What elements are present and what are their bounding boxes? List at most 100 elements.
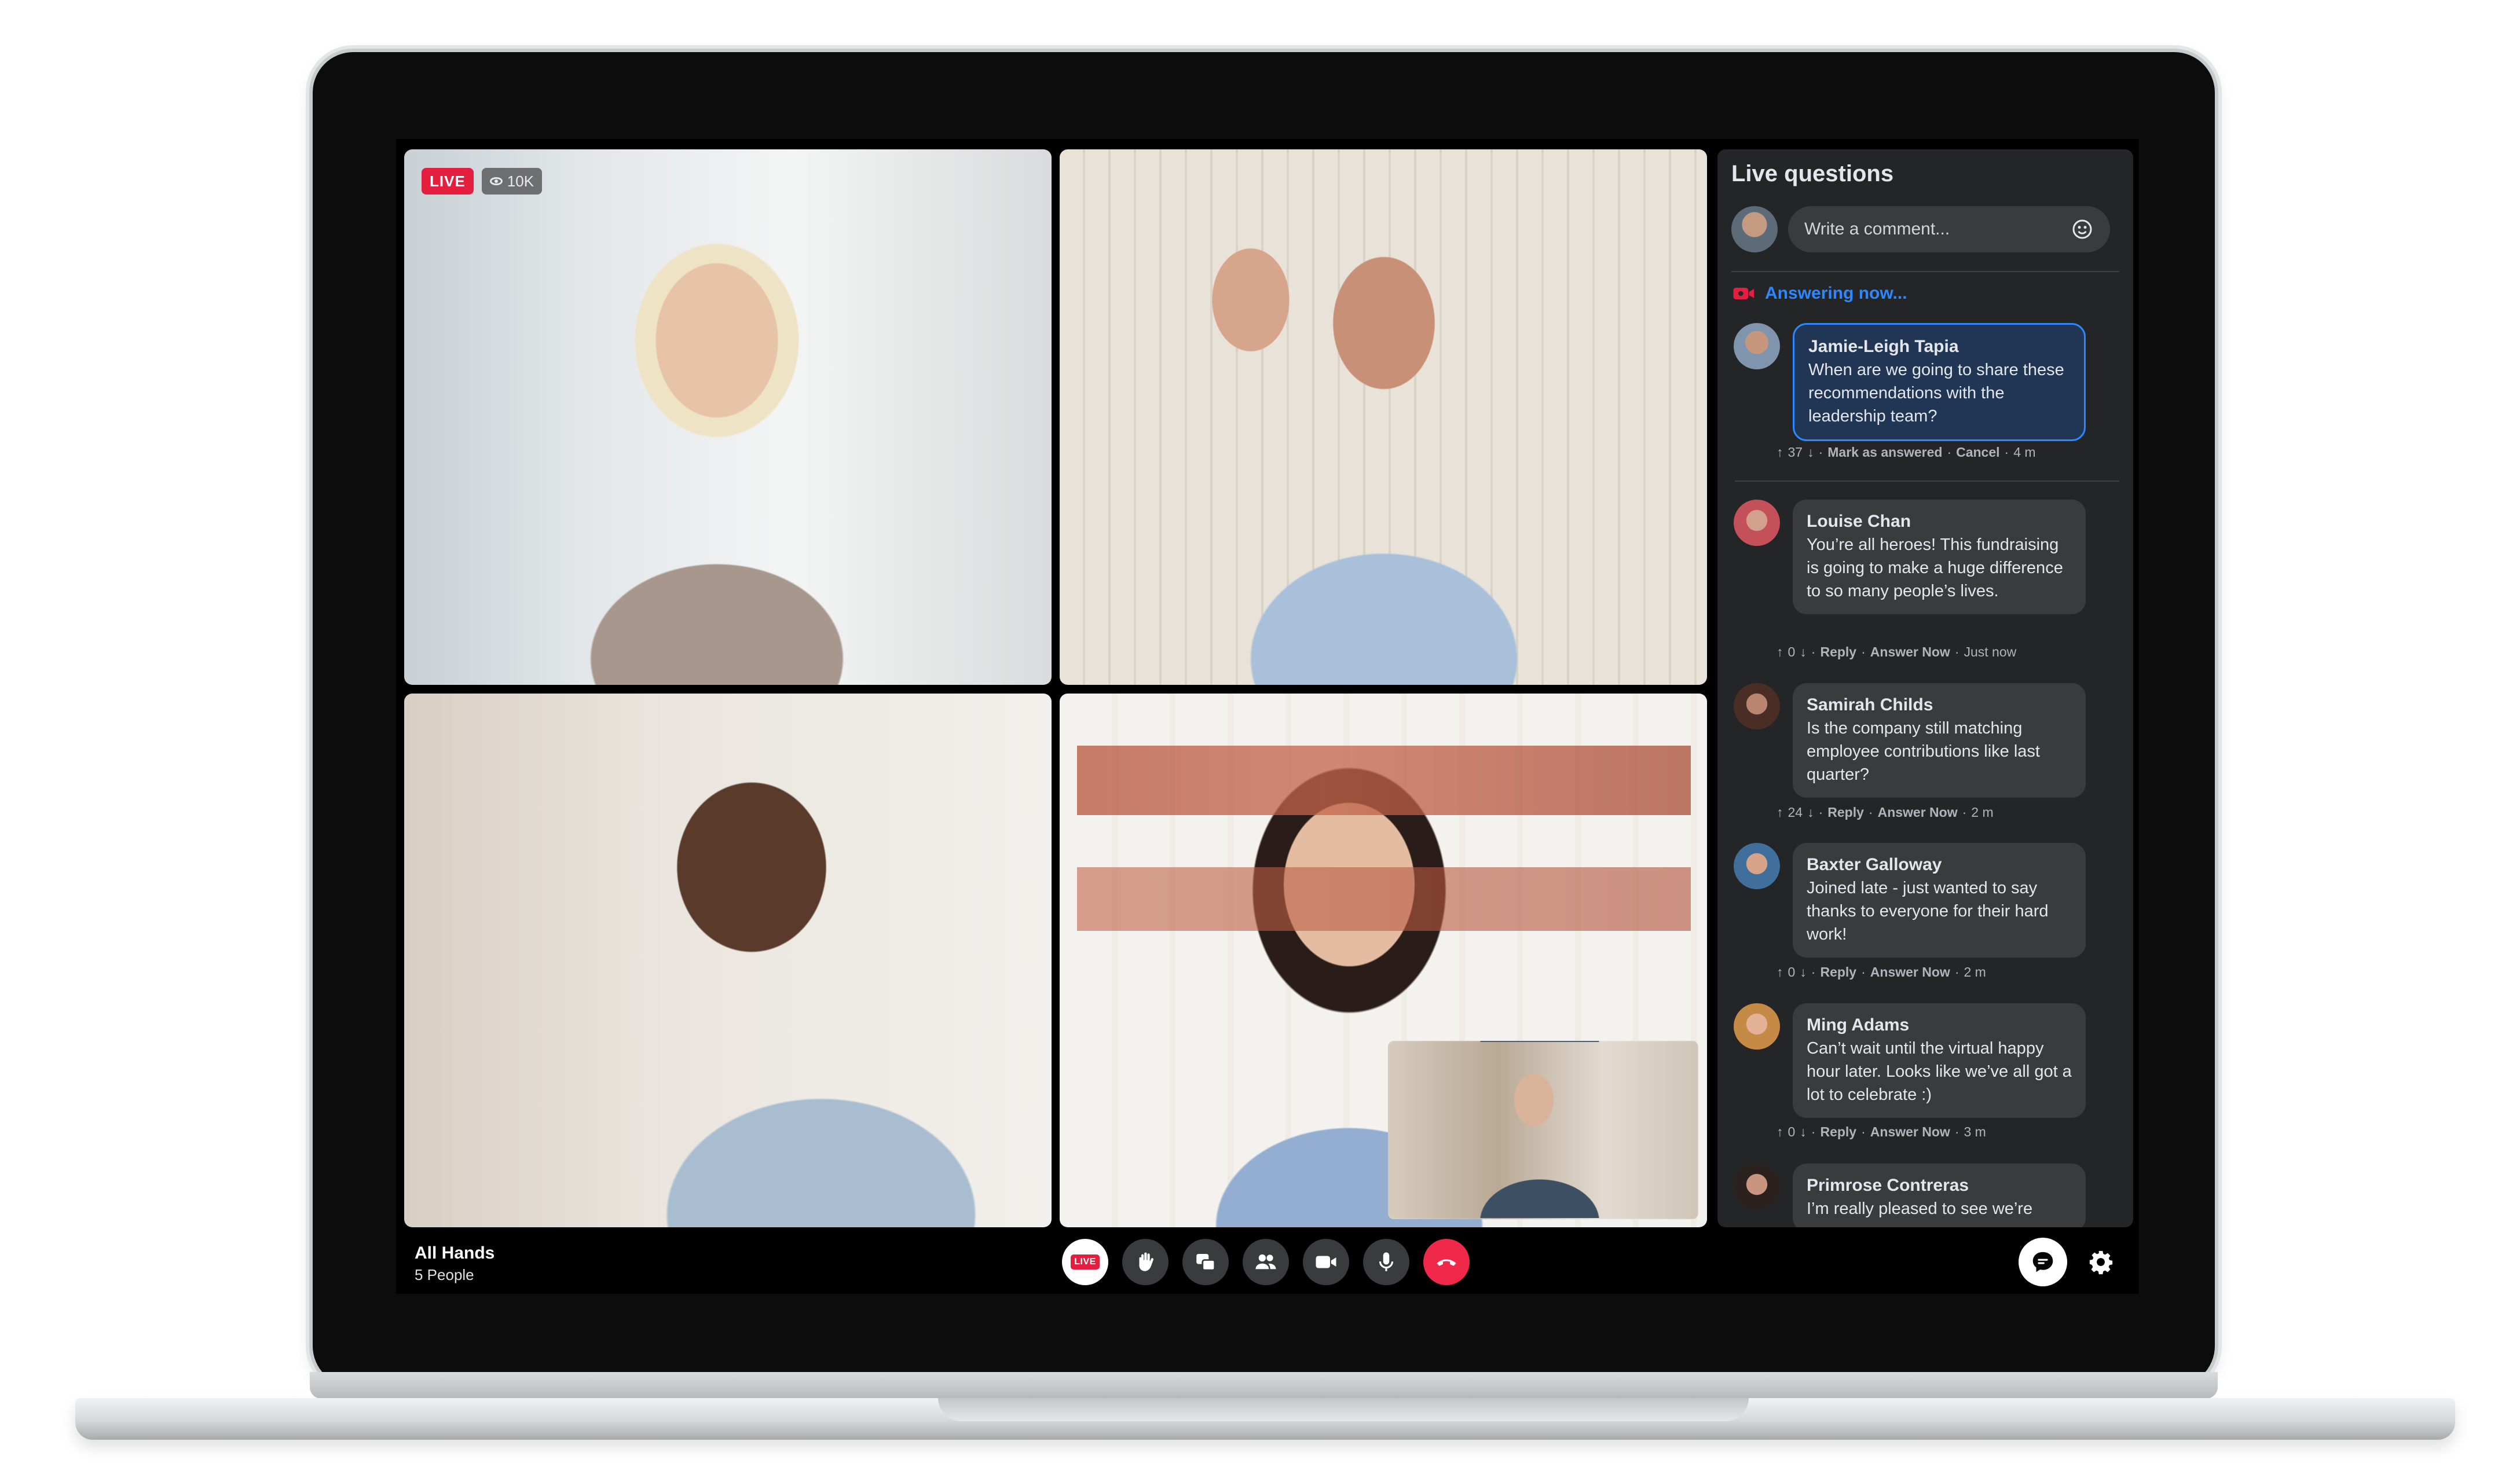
question-text: You’re all heroes! This fundraising is g… bbox=[1807, 535, 2063, 600]
video-camera-icon bbox=[1316, 1256, 1336, 1268]
comment-field-wrap bbox=[1788, 206, 2110, 252]
question-meta: ↑ 0 ↓ · Reply · Answer Now · Just now bbox=[1777, 644, 2017, 660]
share-screen-icon bbox=[1196, 1254, 1216, 1271]
mark-answered-link[interactable]: Mark as answered bbox=[1827, 445, 1942, 460]
question-author: Louise Chan bbox=[1807, 512, 1911, 531]
vote-count: 24 bbox=[1788, 805, 1803, 820]
question-item[interactable]: Samirah Childs Is the company still matc… bbox=[1734, 683, 2086, 798]
question-time: 2 m bbox=[1964, 964, 1986, 980]
share-screen-button[interactable] bbox=[1182, 1239, 1229, 1285]
comment-input[interactable] bbox=[1788, 206, 2110, 252]
reply-link[interactable]: Reply bbox=[1820, 644, 1856, 660]
viewer-count-badge: 10K bbox=[481, 168, 543, 195]
people-icon bbox=[1255, 1254, 1276, 1270]
eye-icon bbox=[489, 177, 503, 185]
base-notch bbox=[938, 1398, 1749, 1421]
reply-link[interactable]: Reply bbox=[1820, 1124, 1856, 1140]
live-icon: LIVE bbox=[1071, 1254, 1100, 1270]
question-author: Baxter Galloway bbox=[1807, 855, 1942, 874]
question-bubble[interactable]: Ming Adams Can’t wait until the virtual … bbox=[1793, 1003, 2086, 1118]
question-text: I’m really pleased to see we’re bbox=[1807, 1199, 2033, 1218]
stream-badges: LIVE 10K bbox=[422, 168, 543, 195]
question-time: 2 m bbox=[1971, 805, 1994, 820]
answer-now-link[interactable]: Answer Now bbox=[1878, 805, 1958, 820]
question-item[interactable]: Primrose Contreras I’m really pleased to… bbox=[1734, 1164, 2086, 1227]
question-text: Is the company still matching employee c… bbox=[1807, 719, 2040, 784]
live-questions-panel: Live questions Answering now... Jamie-Le… bbox=[1717, 149, 2133, 1227]
question-item[interactable]: Ming Adams Can’t wait until the virtual … bbox=[1734, 1003, 2086, 1118]
downvote-icon[interactable]: ↓ bbox=[1800, 1124, 1807, 1140]
live-video-icon bbox=[1733, 288, 1755, 299]
lid-tab-left bbox=[475, 46, 544, 51]
question-meta: ↑ 0 ↓ · Reply · Answer Now · 2 m bbox=[1777, 964, 1986, 980]
laptop-hinge bbox=[310, 1372, 2218, 1399]
participant-count: 5 People bbox=[415, 1266, 474, 1283]
question-bubble[interactable]: Louise Chan You’re all heroes! This fund… bbox=[1793, 500, 2086, 614]
cancel-link[interactable]: Cancel bbox=[1956, 445, 1999, 460]
participants-button[interactable] bbox=[1243, 1239, 1289, 1285]
vote-count: 0 bbox=[1788, 964, 1796, 980]
self-view-pip[interactable] bbox=[1388, 1041, 1698, 1219]
video-tile-participant-4[interactable] bbox=[1060, 694, 1707, 1227]
question-text: Joined late - just wanted to say thanks … bbox=[1807, 879, 2049, 944]
lid-tab-right bbox=[620, 46, 759, 51]
vote-count: 37 bbox=[1788, 445, 1803, 460]
panel-title: Live questions bbox=[1731, 161, 1894, 186]
current-user-avatar bbox=[1731, 206, 1778, 252]
go-live-button[interactable]: LIVE bbox=[1062, 1239, 1108, 1285]
question-text: When are we going to share these recomme… bbox=[1808, 361, 2064, 425]
video-tile-participant-1[interactable]: LIVE 10K bbox=[404, 149, 1052, 685]
gear-icon bbox=[2089, 1250, 2113, 1275]
answer-now-link[interactable]: Answer Now bbox=[1870, 1124, 1950, 1140]
viewer-count: 10K bbox=[507, 173, 534, 190]
answer-now-link[interactable]: Answer Now bbox=[1870, 964, 1950, 980]
end-call-button[interactable] bbox=[1423, 1239, 1470, 1285]
vote-count: 0 bbox=[1788, 1124, 1796, 1139]
upvote-icon[interactable]: ↑ bbox=[1777, 805, 1783, 820]
question-text: Can’t wait until the virtual happy hour … bbox=[1807, 1039, 2072, 1104]
question-item[interactable]: Jamie-Leigh Tapia When are we going to s… bbox=[1734, 323, 2086, 441]
reply-link[interactable]: Reply bbox=[1820, 964, 1856, 980]
question-item[interactable]: Louise Chan You’re all heroes! This fund… bbox=[1734, 500, 2086, 614]
downvote-icon[interactable]: ↓ bbox=[1800, 644, 1807, 660]
divider-top bbox=[1731, 271, 2119, 272]
question-time: 4 m bbox=[2013, 445, 2036, 460]
downvote-icon[interactable]: ↓ bbox=[1807, 445, 1814, 460]
question-bubble[interactable]: Primrose Contreras I’m really pleased to… bbox=[1793, 1164, 2086, 1227]
question-author: Ming Adams bbox=[1807, 1015, 1910, 1035]
chat-button[interactable] bbox=[2019, 1238, 2067, 1286]
video-tile-participant-3[interactable] bbox=[404, 694, 1052, 1227]
question-author: Primrose Contreras bbox=[1807, 1176, 1969, 1195]
question-bubble[interactable]: Samirah Childs Is the company still matc… bbox=[1793, 683, 2086, 798]
smiley-icon[interactable] bbox=[2071, 218, 2094, 241]
vote-count: 0 bbox=[1788, 644, 1796, 659]
upvote-icon[interactable]: ↑ bbox=[1777, 644, 1783, 660]
microphone-button[interactable] bbox=[1363, 1239, 1409, 1285]
question-bubble[interactable]: Baxter Galloway Joined late - just wante… bbox=[1793, 843, 2086, 958]
raise-hand-button[interactable] bbox=[1122, 1239, 1169, 1285]
upvote-icon[interactable]: ↑ bbox=[1777, 445, 1783, 460]
settings-button[interactable] bbox=[2078, 1239, 2124, 1285]
divider-answering bbox=[1735, 480, 2119, 482]
avatar bbox=[1734, 683, 1780, 729]
avatar bbox=[1734, 323, 1780, 369]
camera-button[interactable] bbox=[1303, 1239, 1349, 1285]
upvote-icon[interactable]: ↑ bbox=[1777, 964, 1783, 980]
reply-link[interactable]: Reply bbox=[1827, 805, 1864, 820]
raise-hand-icon bbox=[1139, 1252, 1154, 1271]
question-item[interactable]: Baxter Galloway Joined late - just wante… bbox=[1734, 843, 2086, 958]
video-tile-participant-2[interactable] bbox=[1060, 149, 1707, 685]
microphone-icon bbox=[1379, 1252, 1394, 1271]
call-controls: LIVE bbox=[1062, 1239, 1470, 1285]
hang-up-icon bbox=[1437, 1259, 1456, 1266]
avatar bbox=[1734, 1164, 1780, 1210]
downvote-icon[interactable]: ↓ bbox=[1807, 805, 1814, 820]
question-bubble-active[interactable]: Jamie-Leigh Tapia When are we going to s… bbox=[1793, 323, 2086, 441]
question-meta: ↑ 37 ↓ · Mark as answered · Cancel · 4 m bbox=[1777, 445, 2036, 460]
question-time: 3 m bbox=[1964, 1124, 1986, 1139]
avatar bbox=[1734, 500, 1780, 546]
answer-now-link[interactable]: Answer Now bbox=[1870, 644, 1950, 660]
upvote-icon[interactable]: ↑ bbox=[1777, 1124, 1783, 1140]
question-time: Just now bbox=[1964, 644, 2017, 659]
downvote-icon[interactable]: ↓ bbox=[1800, 964, 1807, 980]
